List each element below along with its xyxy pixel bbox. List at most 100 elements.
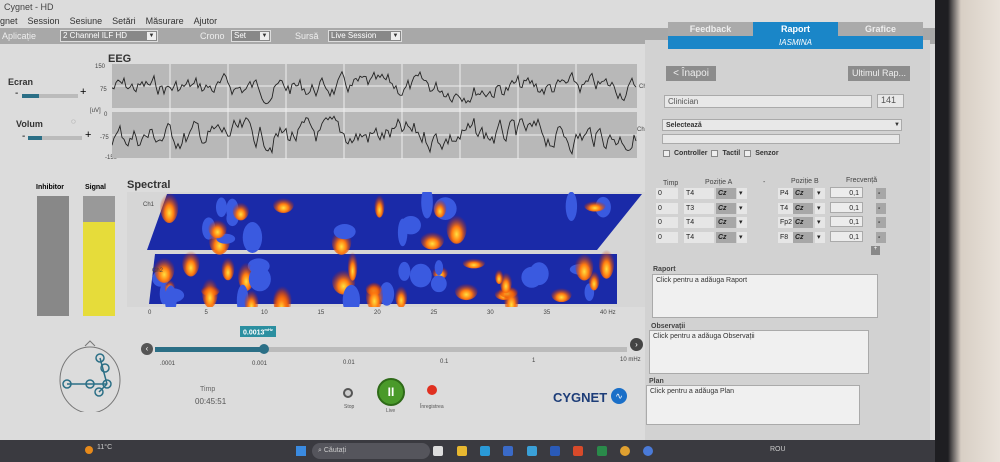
chevron-down-icon: ▼	[894, 122, 900, 128]
chevron-down-icon[interactable]: ▾	[737, 231, 747, 243]
position-a2-select[interactable]: Cz	[716, 217, 736, 228]
header-position-b: Poziție B	[791, 178, 819, 185]
powerpoint-icon[interactable]	[573, 446, 583, 456]
select-dropdown[interactable]: Selectează ▼	[662, 119, 902, 131]
volume-plus-button[interactable]: +	[85, 129, 91, 141]
volume-label: Volum	[16, 119, 43, 129]
tab-grafice[interactable]: Grafice	[838, 22, 923, 36]
frequency-stepper[interactable]: 0,1	[830, 216, 863, 227]
chevron-down-icon[interactable]: ▾	[737, 217, 747, 228]
position-b2-select[interactable]: Cz	[793, 188, 813, 199]
speaker-icon[interactable]: ◌	[71, 117, 76, 126]
screen-minus-button[interactable]: -	[15, 88, 18, 99]
header-dash: -	[763, 179, 766, 186]
controller-label: Controller	[674, 150, 708, 157]
freq-prev-button[interactable]: ‹	[141, 343, 153, 355]
spectral-peak	[454, 281, 478, 301]
menu-sesiune[interactable]: Sesiune	[70, 16, 103, 26]
spectral-peak	[398, 261, 411, 281]
position-b2-select[interactable]: Cz	[793, 217, 813, 228]
tab-raport[interactable]: Raport	[753, 22, 838, 36]
back-button[interactable]: < Înapoi	[666, 66, 716, 81]
observations-textarea[interactable]: Click pentru a adăuga Observații	[649, 330, 869, 374]
mail-icon[interactable]	[527, 446, 537, 456]
position-a1-select[interactable]: T3	[684, 202, 714, 214]
excel-icon[interactable]	[597, 446, 607, 456]
spectral-peak	[395, 283, 408, 307]
menu-masurare[interactable]: Măsurare	[146, 16, 184, 26]
plan-label: Plan	[649, 378, 664, 385]
menu-ajutor[interactable]: Ajutor	[194, 16, 218, 26]
tab-feedback[interactable]: Feedback	[668, 22, 753, 36]
chevron-down-icon[interactable]: ▾	[815, 202, 825, 214]
remove-row-button[interactable]: -	[876, 217, 886, 228]
menu-setari[interactable]: Setări	[112, 16, 136, 26]
chevron-down-icon[interactable]: ▾	[737, 202, 747, 214]
frequency-stepper[interactable]: 0,1	[830, 187, 863, 198]
chevron-down-icon[interactable]: ▾	[815, 217, 825, 228]
edge-icon[interactable]	[480, 446, 490, 456]
file-explorer-icon[interactable]	[457, 446, 467, 456]
position-a1-select[interactable]: T4	[684, 217, 714, 228]
position-a2-select[interactable]: Cz	[716, 188, 736, 199]
senzor-checkbox[interactable]	[744, 150, 752, 157]
time-select[interactable]: 0	[656, 217, 678, 228]
signal-label: Signal	[85, 184, 107, 191]
spectral-peak	[446, 212, 467, 244]
task-view-icon[interactable]	[433, 446, 443, 456]
last-report-button[interactable]: Ultimul Rap...	[848, 66, 910, 81]
tactil-label: Tactil	[722, 150, 741, 157]
position-a1-select[interactable]: T4	[684, 231, 714, 243]
stop-button[interactable]	[343, 388, 353, 398]
position-b2-select[interactable]: Cz	[793, 231, 813, 243]
cygnet-app-icon[interactable]	[643, 446, 653, 456]
menu-cygnet[interactable]: gnet	[0, 16, 18, 26]
chrome-icon[interactable]	[620, 446, 630, 456]
store-icon[interactable]	[503, 446, 513, 456]
windows-start-icon[interactable]	[296, 446, 306, 456]
frequency-stepper[interactable]: 0,1	[830, 230, 863, 242]
clinician-input[interactable]: Clinician	[664, 95, 872, 108]
freq-next-button[interactable]: ›	[630, 338, 643, 351]
time-select[interactable]: 0	[656, 202, 678, 214]
position-b2-select[interactable]: Cz	[793, 202, 813, 214]
word-icon[interactable]	[550, 446, 560, 456]
freq-tick: 0.001	[252, 361, 268, 367]
volume-minus-button[interactable]: -	[22, 131, 25, 142]
chevron-down-icon[interactable]: ▾	[815, 231, 825, 243]
select-detail-input[interactable]	[662, 134, 900, 144]
chevron-down-icon[interactable]: ▾	[737, 188, 747, 199]
number-field[interactable]: 141	[877, 94, 904, 108]
time-select[interactable]: 0	[656, 188, 678, 199]
chevron-down-icon[interactable]: ▾	[815, 188, 825, 199]
screen-plus-button[interactable]: +	[80, 86, 86, 98]
add-row-button[interactable]: +	[871, 246, 880, 255]
position-a2-select[interactable]: Cz	[716, 202, 736, 214]
crono-select[interactable]: Set ▼	[231, 30, 271, 42]
source-select[interactable]: Live Session ▼	[328, 30, 402, 42]
spectral-peak	[420, 229, 444, 250]
frequency-stepper[interactable]: 0,1	[830, 201, 863, 213]
taskbar-search[interactable]: ⌕ Căutați	[312, 443, 430, 459]
spectral-ch2-label: Ch2	[152, 268, 164, 274]
record-button[interactable]	[427, 385, 437, 395]
language-indicator[interactable]: ROU	[770, 446, 786, 453]
raport-textarea[interactable]: Click pentru a adăuga Raport	[652, 274, 878, 318]
plan-textarea[interactable]: Click pentru a adăuga Plan	[646, 385, 860, 425]
app-select[interactable]: 2 Channel ILF HD ▼	[60, 30, 158, 42]
menu-session[interactable]: Session	[28, 16, 60, 26]
weather-text[interactable]: 11°C	[97, 444, 112, 451]
position-a1-select[interactable]: T4	[684, 188, 714, 199]
remove-row-button[interactable]: -	[876, 188, 886, 199]
position-a2-select[interactable]: Cz	[716, 231, 736, 243]
freq-slider[interactable]	[155, 344, 627, 354]
live-pause-button[interactable]: II	[377, 378, 405, 406]
volume-slider[interactable]	[28, 136, 82, 140]
remove-row-button[interactable]: -	[876, 202, 886, 214]
remove-row-button[interactable]: -	[876, 231, 886, 243]
tactil-checkbox[interactable]	[711, 150, 719, 157]
time-select[interactable]: 0	[656, 231, 678, 243]
freq-slider-knob[interactable]	[259, 344, 269, 354]
screen-slider[interactable]	[22, 94, 78, 98]
controller-checkbox[interactable]	[663, 150, 670, 157]
